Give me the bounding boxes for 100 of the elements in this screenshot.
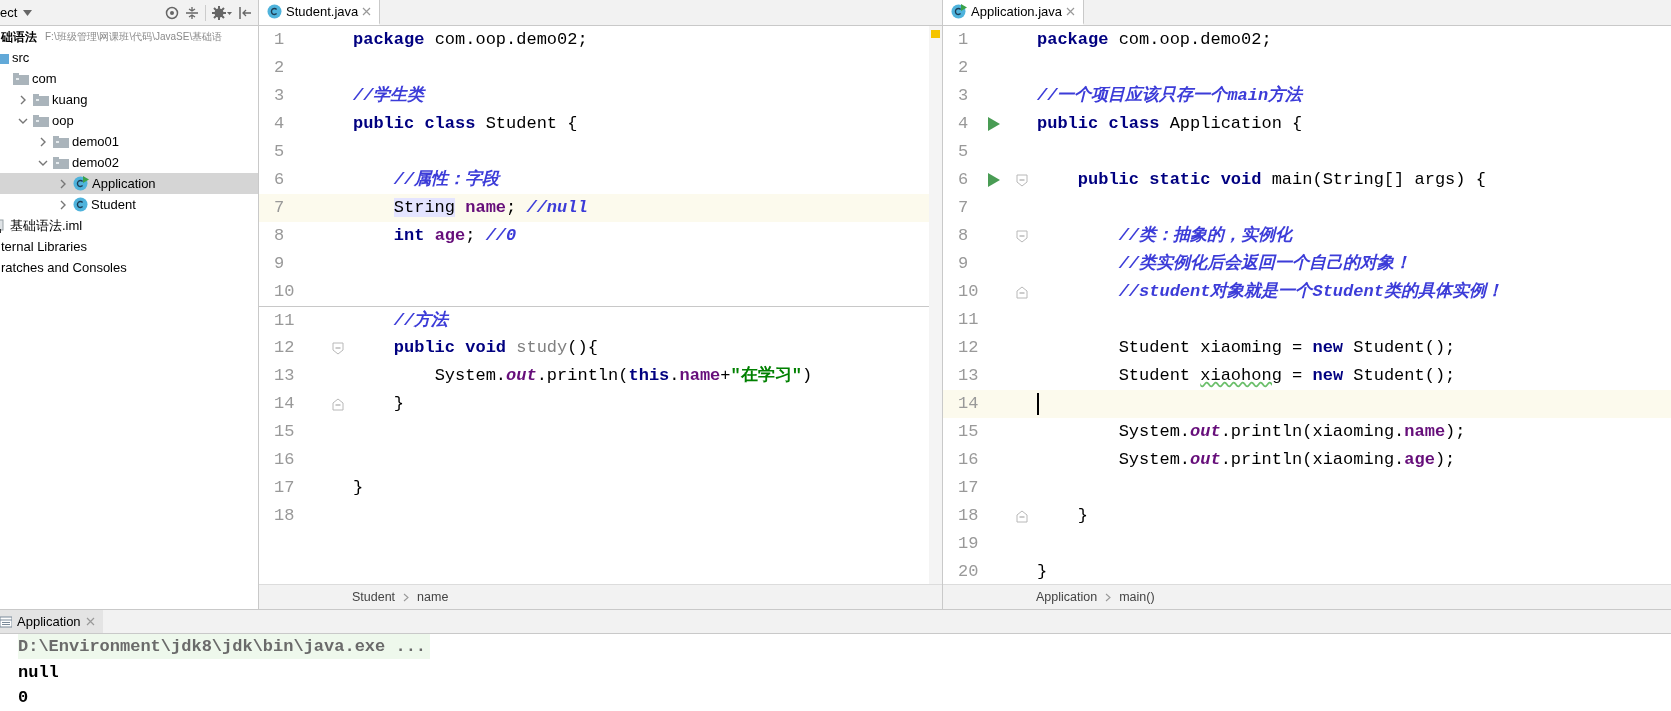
line-number: 3 [273,85,286,108]
fold-marker-icon[interactable] [1016,285,1028,299]
class-run-icon [73,176,89,191]
line-number: 7 [273,197,286,220]
tree-item[interactable]: com [0,68,258,89]
console-icon [0,615,12,628]
code-line: //属性：字段 [392,168,500,192]
chevron-right-icon[interactable] [58,199,68,210]
tree-item[interactable]: 基础语法.iml [0,215,258,236]
chevron-right-icon[interactable] [38,136,48,147]
code-line: String name; //null [392,197,588,220]
breadcrumb-item[interactable]: Student [352,587,396,607]
tree-item[interactable]: 础语法 F:\班级管理\网课班\代码\JavaSE\基础语 [0,26,258,47]
line-number: 8 [957,225,970,248]
warning-marker[interactable] [931,30,940,38]
line-number: 1 [273,29,286,52]
code-line: public class Student { [353,113,578,136]
tree-item[interactable]: Application [0,173,258,194]
editor-tab[interactable]: Application.java [943,0,1085,25]
line-number: 8 [273,225,286,248]
line-number: 1 [957,29,970,52]
fold-marker-icon[interactable] [1016,229,1028,243]
console-output-line: null [18,661,59,684]
line-number: 14 [957,393,980,416]
folder-icon [53,156,69,169]
line-number: 9 [957,253,970,276]
line-number: 19 [957,533,980,556]
code-line: int age; //0 [392,225,517,248]
tree-item[interactable]: src [0,47,258,68]
tree-item[interactable]: oop [0,110,258,131]
line-number: 16 [957,449,980,472]
run-tab[interactable]: Application [0,610,103,633]
settings-icon[interactable] [212,5,232,20]
close-icon[interactable] [362,7,372,16]
line-number: 18 [957,505,980,528]
class-icon [73,197,88,212]
fold-marker-icon[interactable] [1016,173,1028,187]
run-icon[interactable] [988,117,1000,131]
line-number: 12 [957,337,980,360]
code-line: System.out.println(xiaoming.age); [1117,449,1456,472]
class-icon [267,4,282,19]
line-number: 16 [273,449,296,472]
tree-item[interactable]: Student [0,194,258,215]
line-number: 3 [957,85,970,108]
close-icon[interactable] [85,617,95,626]
code-line: //student对象就是一个Student类的具体实例！ [1117,280,1503,304]
folder-icon [53,135,69,148]
line-number: 12 [273,337,296,360]
line-number: 10 [273,281,296,304]
line-number: 13 [957,365,980,388]
line-number: 7 [957,197,970,220]
code-line: public class Application { [1037,113,1303,136]
tree-item[interactable]: ratches and Consoles [0,257,258,278]
code-line: //类：抽象的，实例化 [1117,224,1293,248]
console-output-line: 0 [18,686,29,709]
chevron-right-icon [403,592,410,602]
breadcrumb-item[interactable]: main() [1119,587,1155,607]
fold-marker-icon[interactable] [1016,509,1028,523]
code-line: } [392,393,404,416]
code-line: Student xiaohong = new Student(); [1117,365,1456,388]
locate-target-icon[interactable] [165,5,179,20]
line-number: 13 [273,365,296,388]
collapse-all-icon[interactable] [185,5,199,20]
tree-item[interactable]: demo02 [0,152,258,173]
close-icon[interactable] [1066,7,1076,16]
code-line: public void study(){ [392,337,598,360]
run-icon[interactable] [988,173,1000,187]
panel-title[interactable]: ect [0,2,18,23]
code-line: //一个项目应该只存一个main方法 [1037,84,1303,108]
line-number: 10 [957,281,980,304]
hide-panel-icon[interactable] [238,5,252,20]
class-run-icon [951,4,967,19]
breadcrumb-item[interactable]: Application [1036,587,1098,607]
chevron-right-icon[interactable] [58,178,68,189]
code-line: package com.oop.demo02; [1037,29,1272,52]
line-number: 2 [957,57,970,80]
tree-item[interactable]: ternal Libraries [0,236,258,257]
line-number: 14 [273,393,296,416]
line-number: 20 [957,561,980,584]
code-line: //方法 [392,309,449,332]
line-number: 17 [273,477,296,500]
tree-item[interactable]: demo01 [0,131,258,152]
line-number: 18 [273,505,296,528]
line-number: 5 [273,141,286,164]
code-line: System.out.println(xiaoming.name); [1117,421,1466,444]
line-number: 15 [273,421,296,444]
code-line: public static void main(String[] args) { [1076,169,1486,192]
code-line: //学生类 [353,84,425,108]
line-number: 6 [957,169,970,192]
chevron-right-icon[interactable] [18,94,28,105]
line-number: 15 [957,421,980,444]
line-number: 5 [957,141,970,164]
tree-item[interactable]: kuang [0,89,258,110]
fold-marker-icon[interactable] [332,397,344,411]
breadcrumb-item[interactable]: name [417,587,449,607]
code-line: package com.oop.demo02; [353,29,588,52]
fold-marker-icon[interactable] [332,341,344,355]
dropdown-caret-icon[interactable] [23,9,33,16]
editor-tab[interactable]: Student.java [259,0,381,25]
chevron-right-icon [1105,592,1112,602]
